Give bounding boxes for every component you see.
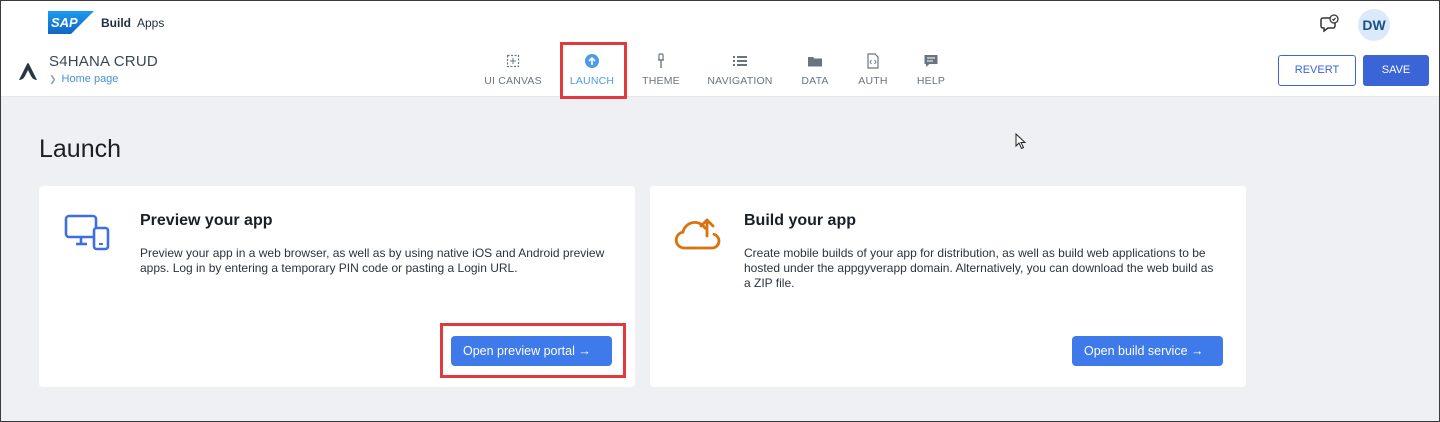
- feedback-icon[interactable]: [1319, 13, 1341, 35]
- shell-bar: SAP Build Apps DW: [1, 1, 1439, 45]
- tab-theme[interactable]: THEME: [637, 45, 685, 97]
- brush-icon: [658, 53, 664, 68]
- folder-icon: [808, 57, 822, 67]
- cloud-upload-icon: [674, 218, 721, 250]
- tab-label: UI CANVAS: [484, 75, 542, 87]
- page-title: Launch: [39, 135, 122, 163]
- sap-logo[interactable]: SAP: [48, 11, 94, 34]
- revert-button[interactable]: REVERT: [1278, 55, 1356, 86]
- open-preview-portal-button[interactable]: Open preview portal →: [451, 336, 612, 366]
- save-button[interactable]: SAVE: [1363, 55, 1429, 86]
- canvas-icon: [506, 54, 520, 68]
- tab-data[interactable]: DATA: [795, 45, 835, 97]
- tab-label: HELP: [916, 75, 946, 87]
- section-name[interactable]: Apps: [137, 16, 164, 30]
- card-title: Preview your app: [140, 212, 273, 229]
- code-file-icon: [867, 53, 879, 69]
- chevron-right-icon: ❯: [49, 74, 57, 84]
- user-avatar[interactable]: DW: [1358, 9, 1390, 41]
- tab-auth[interactable]: AUTH: [853, 45, 893, 97]
- appgyver-logo-icon[interactable]: [16, 60, 40, 82]
- tab-label: NAVIGATION: [707, 75, 773, 87]
- breadcrumb[interactable]: ❯ Home page: [49, 73, 118, 85]
- tab-label: LAUNCH: [569, 75, 615, 87]
- tab-label: THEME: [642, 75, 680, 87]
- preview-card: Preview your app Preview your app in a w…: [39, 186, 635, 387]
- open-build-service-button[interactable]: Open build service →: [1072, 336, 1223, 366]
- breadcrumb-page[interactable]: Home page: [62, 73, 119, 85]
- chat-icon: [924, 55, 938, 67]
- list-icon: [733, 56, 747, 66]
- app-title: S4HANA CRUD: [49, 53, 158, 70]
- devices-icon: [64, 214, 110, 251]
- app-window: SAP Build Apps DW S4HANA CRUD ❯ Home page…: [0, 0, 1440, 422]
- tab-launch[interactable]: LAUNCH: [565, 45, 619, 97]
- tab-ui-canvas[interactable]: UI CANVAS: [479, 45, 547, 97]
- card-description: Create mobile builds of your app for dis…: [744, 246, 1214, 290]
- card-title: Build your app: [744, 212, 856, 229]
- app-header: S4HANA CRUD ❯ Home page UI CANVAS LAUNCH: [1, 45, 1439, 97]
- build-card: Build your app Create mobile builds of y…: [650, 186, 1246, 387]
- tab-help[interactable]: HELP: [911, 45, 951, 97]
- tab-navigation[interactable]: NAVIGATION: [703, 45, 777, 97]
- product-name: Build: [101, 16, 131, 30]
- tab-label: AUTH: [858, 75, 888, 87]
- sap-logo-text: SAP: [51, 15, 78, 30]
- card-description: Preview your app in a web browser, as we…: [140, 246, 605, 275]
- tab-label: DATA: [801, 75, 829, 87]
- mouse-cursor-icon: [1015, 133, 1027, 150]
- upload-circle-icon: [585, 54, 599, 68]
